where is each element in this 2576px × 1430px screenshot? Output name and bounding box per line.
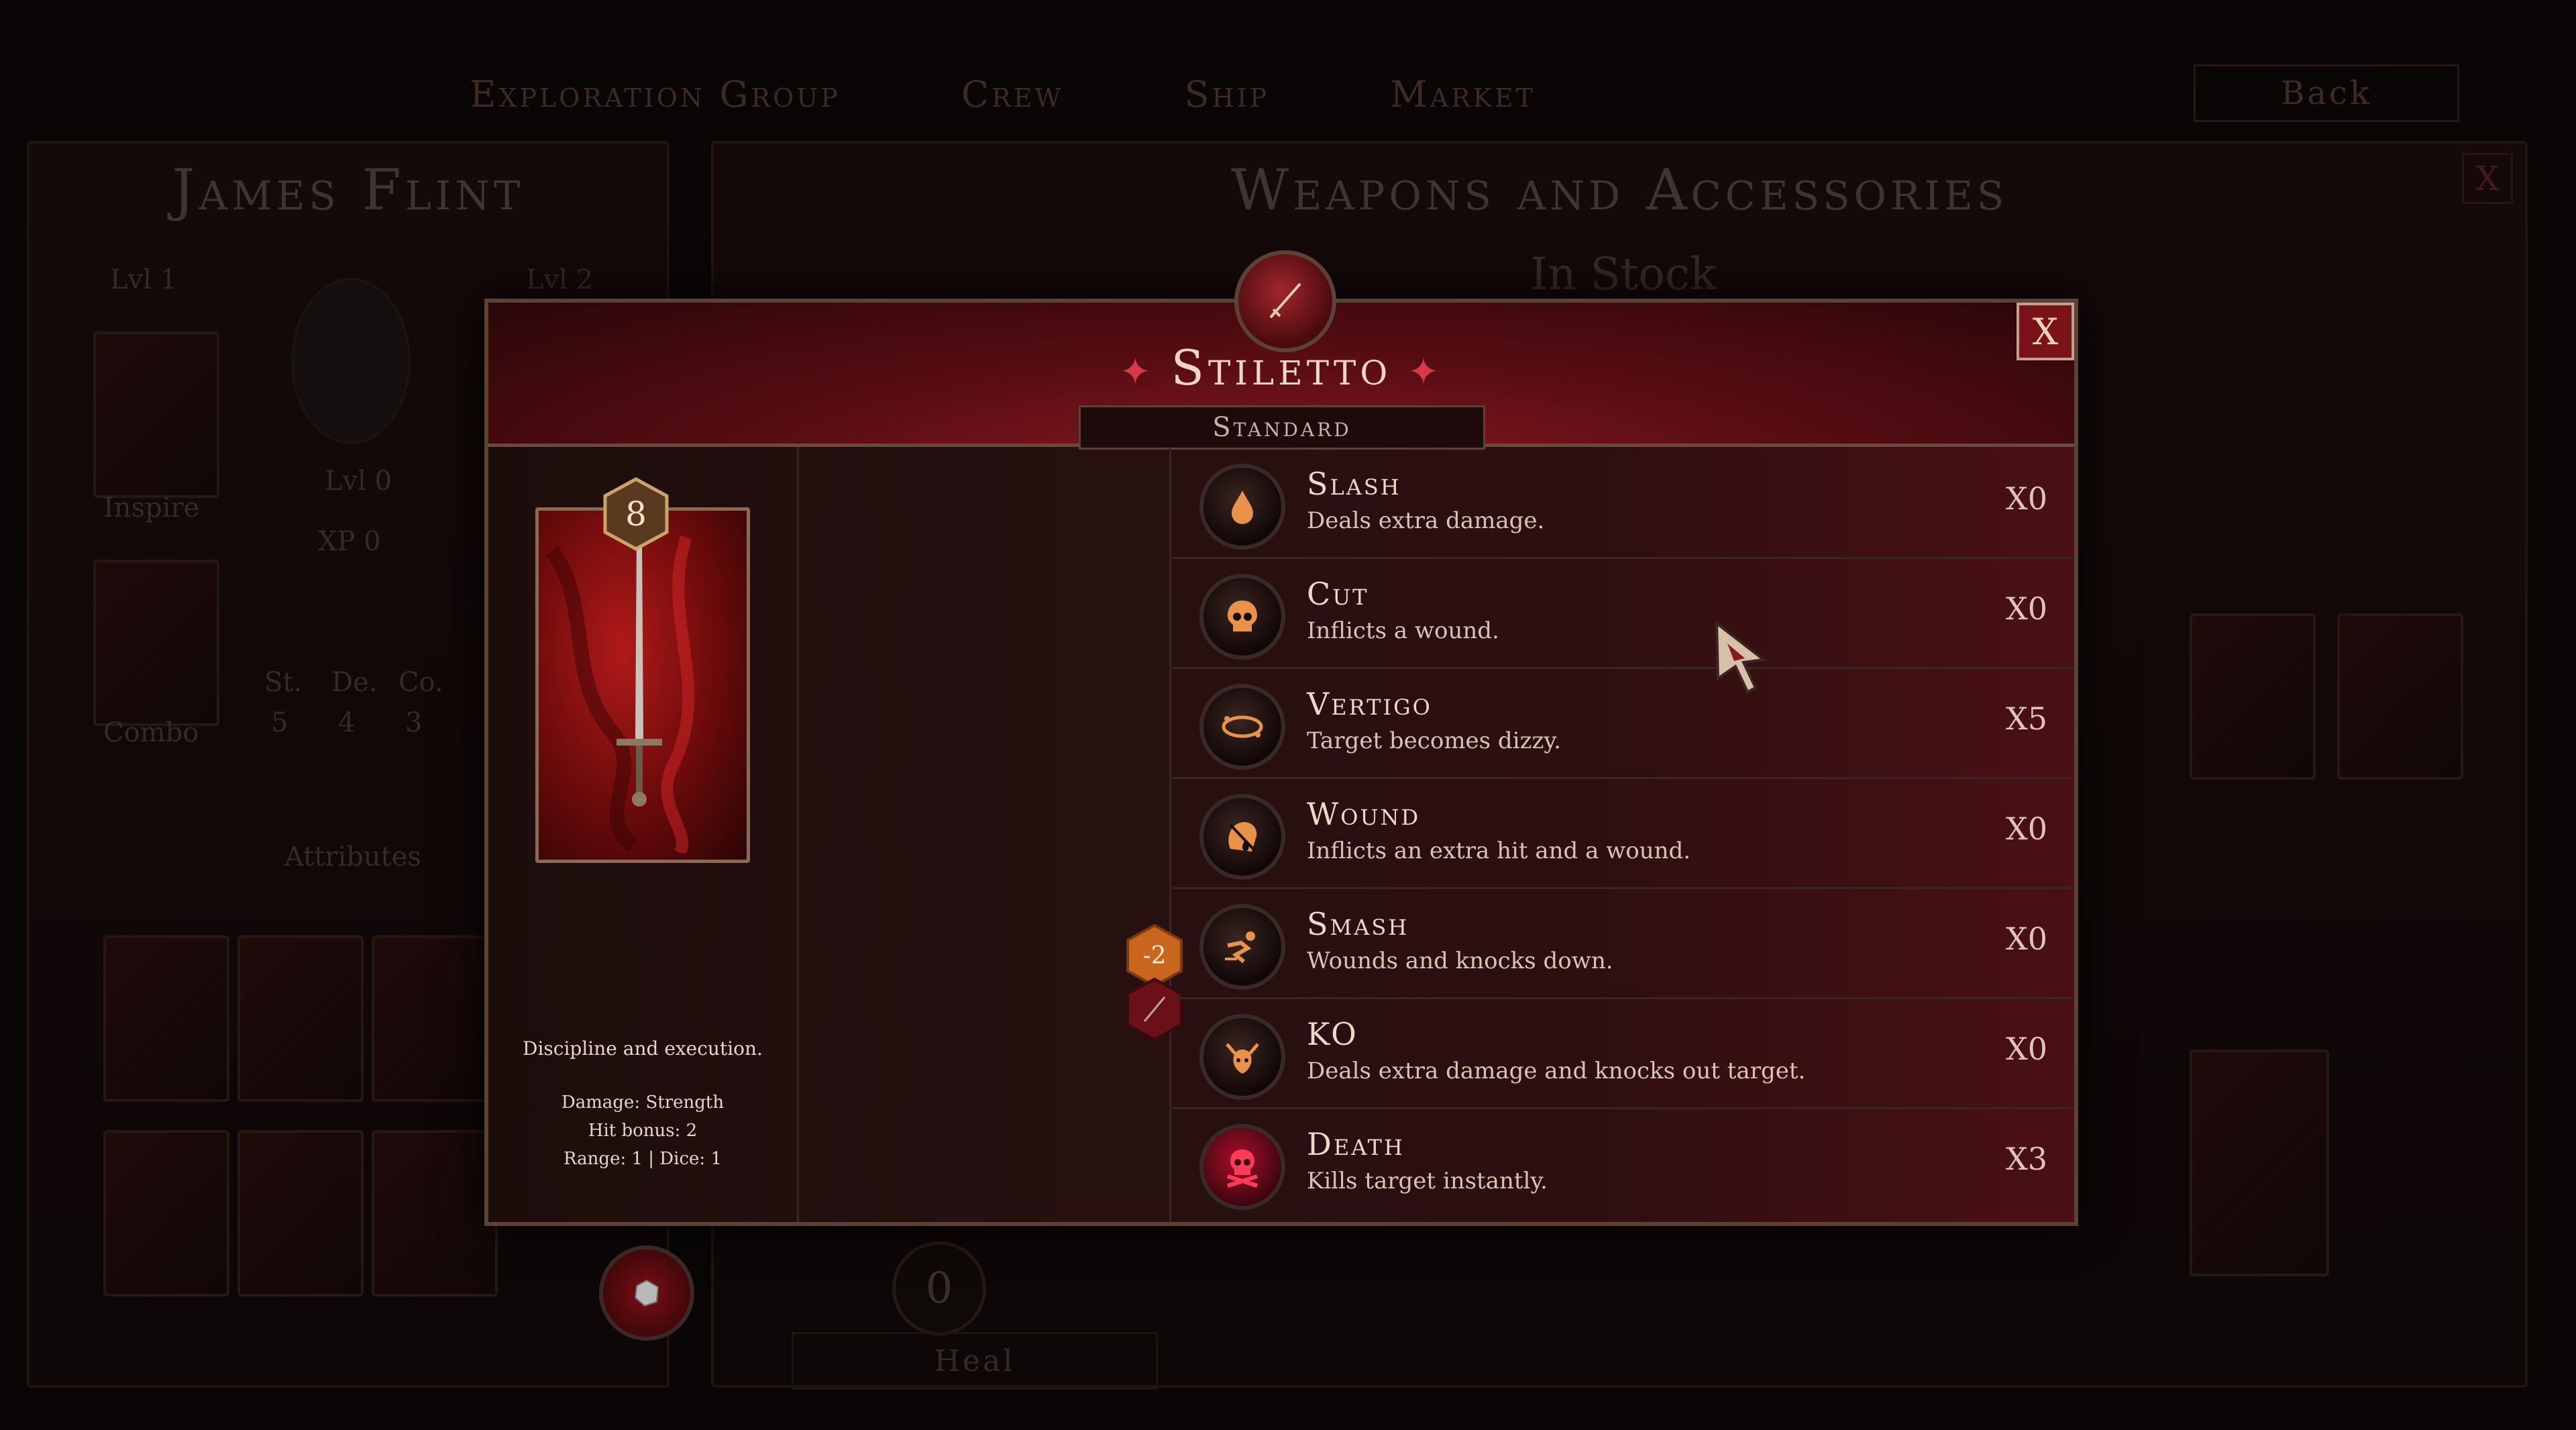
skull-crossbones-icon: [1199, 1124, 1285, 1210]
modifier-column: -2: [797, 447, 1183, 1222]
attribute-slot[interactable]: [372, 935, 498, 1102]
skill-card-combo[interactable]: [93, 560, 219, 726]
ability-multiplier: X3: [2005, 1141, 2047, 1177]
ability-name: KO: [1307, 1016, 1358, 1052]
attribute-slot[interactable]: [237, 1130, 364, 1296]
card-description: Discipline and execution.: [523, 1037, 763, 1060]
weapon-title: ✦ Stiletto ✦: [488, 340, 2074, 396]
ability-row-cut[interactable]: Cut Inflicts a wound. X0: [1173, 557, 2074, 669]
ability-multiplier: X0: [2005, 1031, 2047, 1067]
xp-box: XP 0: [318, 526, 381, 557]
ability-name: Vertigo: [1307, 686, 1432, 722]
ability-list: Slash Deals extra damage. X0 Cut Inflict…: [1173, 447, 2074, 1222]
nav-exploration-group[interactable]: Exploration Group: [470, 73, 841, 115]
heal-button[interactable]: Heal: [792, 1332, 1158, 1390]
rarity-label: Standard: [1079, 405, 1485, 450]
ability-description: Deals extra damage.: [1307, 507, 1545, 534]
hit-bonus-stat: Hit bonus: 2: [588, 1121, 698, 1141]
panel-close-button[interactable]: X: [2462, 153, 2513, 204]
counter-badge: 0: [892, 1241, 986, 1335]
nav-crew[interactable]: Crew: [961, 73, 1064, 115]
attribute-slot[interactable]: [372, 1130, 498, 1296]
in-stock-label: In Stock: [1530, 248, 1717, 300]
stat-label-co: Co.: [398, 667, 443, 698]
stat-label-st: St.: [264, 667, 303, 698]
attribute-slot[interactable]: [237, 935, 364, 1102]
gem-socket-button[interactable]: [599, 1245, 694, 1341]
ability-multiplier: X0: [2005, 591, 2047, 627]
weapons-panel-title: Weapons and Accessories: [1230, 157, 2008, 223]
title-ornament-right-icon: ✦: [1407, 350, 1444, 394]
dizzy-swirl-icon: [1199, 684, 1285, 770]
ability-description: Inflicts a wound.: [1307, 617, 1499, 644]
skill-card-inspire[interactable]: [93, 331, 219, 498]
weapon-card[interactable]: [535, 507, 750, 863]
skill-inspire-label: Inspire: [103, 493, 200, 523]
cost-badge: 8: [602, 477, 669, 551]
ability-description: Kills target instantly.: [1307, 1168, 1548, 1194]
ability-name: Cut: [1307, 576, 1369, 612]
stock-card[interactable]: [2190, 613, 2316, 780]
ability-row-death[interactable]: Death Kills target instantly. X3: [1173, 1107, 2074, 1217]
mouse-cursor-icon: [1714, 620, 1768, 697]
character-name: James Flint: [172, 157, 525, 223]
ability-name: Wound: [1307, 796, 1421, 832]
level-box: Lvl 0: [325, 466, 392, 497]
ability-name: Death: [1307, 1126, 1405, 1162]
ability-name: Smash: [1307, 906, 1409, 942]
ability-multiplier: X0: [2005, 480, 2047, 517]
stat-value-de: 4: [338, 707, 356, 738]
attribute-slot[interactable]: [103, 935, 229, 1102]
blood-drop-icon: [1199, 464, 1285, 550]
nav-ship[interactable]: Ship: [1185, 73, 1270, 115]
attribute-slot[interactable]: [103, 1130, 229, 1296]
modifier-value: -2: [1142, 941, 1167, 970]
cost-value: 8: [625, 495, 647, 533]
dagger-medallion-icon: [1234, 250, 1336, 352]
equipped-card[interactable]: [2190, 1050, 2329, 1276]
skull-icon: [1199, 574, 1285, 660]
stone-icon: [634, 1279, 659, 1307]
skill-combo-label: Combo: [103, 717, 199, 748]
top-nav: Exploration Group Crew Ship Market: [470, 67, 2012, 121]
ability-description: Target becomes dizzy.: [1307, 727, 1561, 754]
wounded-head-icon: [1199, 794, 1285, 880]
modal-header: ✦ Stiletto ✦ Standard X: [488, 250, 2074, 450]
ability-multiplier: X0: [2005, 811, 2047, 847]
ability-row-smash[interactable]: Smash Wounds and knocks down. X0: [1173, 887, 2074, 999]
right-level: Lvl 2: [526, 264, 594, 295]
weapon-detail-modal: ✦ Stiletto ✦ Standard X 8 Discipline and e…: [484, 250, 2078, 1341]
ability-description: Inflicts an extra hit and a wound.: [1307, 837, 1691, 864]
ability-name: Slash: [1307, 466, 1401, 502]
back-button[interactable]: Back: [2194, 64, 2459, 122]
ability-row-vertigo[interactable]: Vertigo Target becomes dizzy. X5: [1173, 667, 2074, 779]
ability-multiplier: X0: [2005, 921, 2047, 957]
ability-row-ko[interactable]: KO Deals extra damage and knocks out tar…: [1173, 997, 2074, 1109]
damage-stat: Damage: Strength: [561, 1092, 724, 1113]
close-button[interactable]: X: [2017, 303, 2074, 360]
ability-multiplier: X5: [2005, 701, 2047, 737]
stat-value-st: 5: [271, 707, 288, 738]
stat-label-de: De.: [331, 667, 378, 698]
stat-value-co: 3: [405, 707, 423, 738]
ability-row-slash[interactable]: Slash Deals extra damage. X0: [1173, 447, 2074, 559]
knockout-head-icon: [1199, 1014, 1285, 1100]
ability-description: Wounds and knocks down.: [1307, 948, 1613, 974]
weapon-name: Stiletto: [1171, 340, 1392, 396]
character-portrait: [291, 278, 411, 444]
left-level: Lvl 1: [110, 264, 178, 295]
ability-description: Deals extra damage and knocks out target…: [1307, 1058, 1806, 1084]
attributes-label: Attributes: [284, 841, 421, 872]
weapon-card-column: 8 Discipline and execution. Damage: Stre…: [488, 447, 799, 1341]
ability-row-wound[interactable]: Wound Inflicts an extra hit and a wound.…: [1173, 777, 2074, 889]
stock-card[interactable]: [2337, 613, 2463, 780]
range-dice-stat: Range: 1 | Dice: 1: [564, 1149, 722, 1169]
title-ornament-left-icon: ✦: [1119, 350, 1155, 394]
falling-figure-icon: [1199, 904, 1285, 990]
nav-market[interactable]: Market: [1390, 73, 1536, 115]
